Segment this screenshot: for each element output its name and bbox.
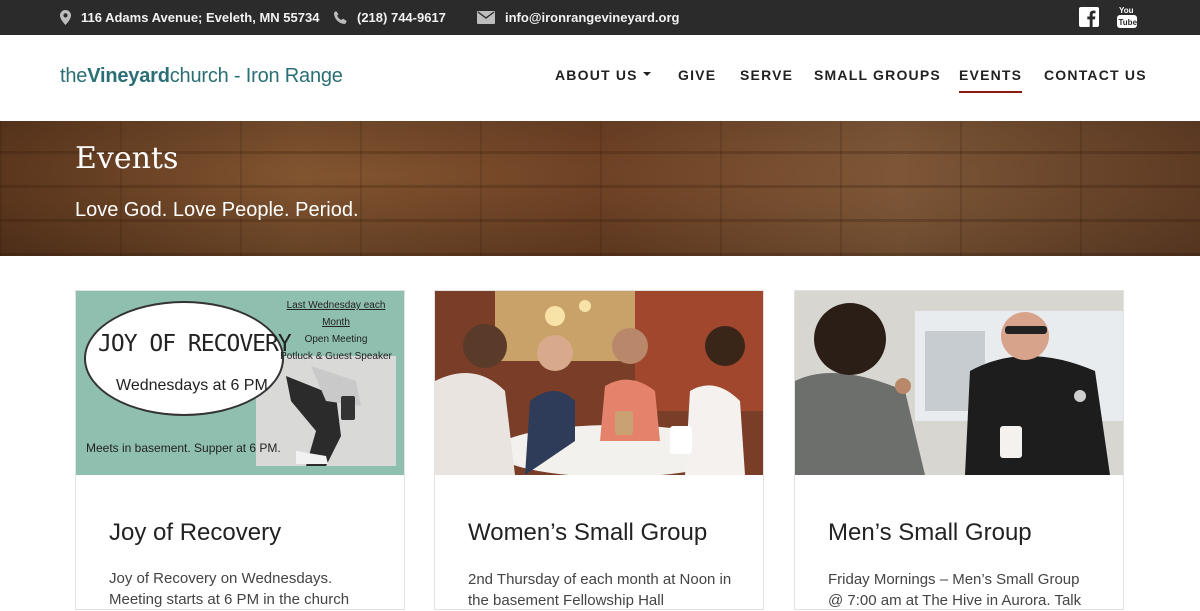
logo-church: church: [169, 65, 229, 87]
address-text: 116 Adams Avenue; Eveleth, MN 55734: [81, 10, 320, 25]
event-description: Joy of Recovery on Wednesdays. Meeting s…: [109, 570, 350, 608]
email-text[interactable]: info@ironrangevineyard.org: [505, 10, 679, 25]
envelope-icon: [477, 11, 495, 24]
svg-text:You: You: [1119, 6, 1134, 15]
nav-label: EVENTS: [959, 67, 1023, 83]
phone-text[interactable]: (218) 744-9617: [357, 10, 446, 25]
nav-label: SMALL GROUPS: [814, 67, 941, 83]
event-description: 2nd Thursday of each month at Noon in th…: [468, 571, 732, 609]
location-pin-icon: [60, 10, 71, 25]
flyer-detail-line: Potluck & Guest Speaker: [280, 351, 392, 362]
site-logo[interactable]: theVineyardchurch - Iron Range: [60, 65, 343, 88]
nav-contact-us[interactable]: CONTACT US: [1044, 67, 1147, 93]
hero-banner: Events Love God. Love People. Period.: [0, 121, 1200, 256]
logo-place: Iron Range: [245, 65, 343, 87]
nav-serve[interactable]: SERVE: [740, 67, 793, 93]
nav-label: ABOUT US: [555, 67, 638, 83]
nav-about-us[interactable]: ABOUT US: [555, 67, 651, 93]
event-title[interactable]: Joy of Recovery: [109, 519, 281, 547]
phone-item[interactable]: (218) 744-9617: [333, 0, 446, 35]
event-image-joy-of-recovery[interactable]: JOY OF RECOVERY Wednesdays at 6 PM Last …: [76, 291, 404, 475]
event-image-mens-small-group[interactable]: [795, 291, 1123, 475]
top-bar: 116 Adams Avenue; Eveleth, MN 55734 (218…: [0, 0, 1200, 35]
nav-give[interactable]: GIVE: [678, 67, 716, 93]
youtube-icon[interactable]: You Tube: [1117, 4, 1137, 30]
nav-label: CONTACT US: [1044, 67, 1147, 83]
hero-brick-background: [0, 121, 1200, 256]
nav-events[interactable]: EVENTS: [959, 67, 1023, 93]
page-subtitle: Love God. Love People. Period.: [75, 199, 359, 221]
event-title[interactable]: Women’s Small Group: [468, 519, 707, 547]
nav-small-groups[interactable]: SMALL GROUPS: [814, 67, 941, 93]
facebook-icon[interactable]: [1079, 7, 1099, 27]
flyer-details: Last Wednesday each Month Open Meeting P…: [276, 297, 396, 365]
logo-vineyard: Vineyard: [87, 65, 170, 87]
logo-the: the: [60, 65, 88, 87]
nav-label: SERVE: [740, 67, 794, 83]
nav-label: GIVE: [678, 67, 717, 83]
flyer-heading: JOY OF RECOVERY: [98, 331, 292, 357]
address-item: 116 Adams Avenue; Eveleth, MN 55734: [60, 0, 319, 35]
event-title[interactable]: Men’s Small Group: [828, 519, 1032, 547]
event-card-mens-small-group[interactable]: Men’s Small Group Friday Mornings – Men’…: [794, 290, 1124, 610]
page-title: Events: [75, 141, 179, 176]
event-image-womens-small-group[interactable]: [435, 291, 763, 475]
event-description: Friday Mornings – Men’s Small Group @ 7:…: [828, 571, 1082, 609]
svg-text:Tube: Tube: [1119, 18, 1138, 27]
flyer-time: Wednesdays at 6 PM: [116, 377, 268, 394]
flyer-footer: Meets in basement. Supper at 6 PM.: [86, 441, 281, 455]
caret-down-icon: [642, 72, 651, 77]
speech-bubble: [84, 301, 284, 416]
site-header: theVineyardchurch - Iron Range ABOUT US …: [0, 35, 1200, 121]
event-card-joy-of-recovery[interactable]: JOY OF RECOVERY Wednesdays at 6 PM Last …: [75, 290, 405, 610]
email-item[interactable]: info@ironrangevineyard.org: [477, 0, 679, 35]
event-card-womens-small-group[interactable]: Women’s Small Group 2nd Thursday of each…: [434, 290, 764, 610]
flyer-detail-line: Last Wednesday each Month: [286, 300, 386, 328]
logo-separator: -: [228, 65, 246, 87]
flyer-detail-line: Open Meeting: [304, 334, 368, 345]
phone-icon: [334, 10, 347, 24]
